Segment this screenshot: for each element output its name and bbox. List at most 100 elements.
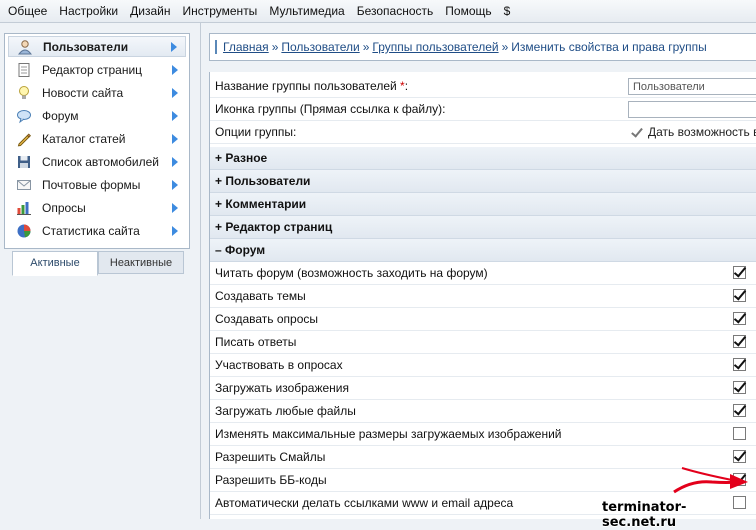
chevron-right-icon — [172, 87, 178, 98]
checkmark-icon — [630, 126, 643, 139]
sidebar-item-label: Форум — [42, 108, 79, 123]
permission-row: Читать форум (возможность заходить на фо… — [210, 262, 756, 285]
breadcrumb-home-link[interactable]: Главная — [223, 40, 269, 54]
chevron-right-icon — [171, 41, 177, 52]
permission-label: Создавать темы — [215, 289, 306, 303]
menu-help[interactable]: Помощь — [439, 4, 497, 18]
group-name-row: Название группы пользователей *: — [210, 75, 756, 98]
breadcrumb-separator: » — [362, 40, 370, 54]
permission-label: Загружать любые файлы — [215, 404, 356, 418]
section-users[interactable]: + Пользователи — [210, 170, 756, 193]
permission-row: Загружать любые файлы — [210, 400, 756, 423]
menu-multimedia[interactable]: Мультимедиа — [263, 4, 350, 18]
permission-label: Участвовать в опросах — [215, 358, 343, 372]
user-icon — [17, 39, 33, 54]
group-options-label: Опции группы: — [215, 125, 297, 139]
group-icon-label: Иконка группы (Прямая ссылка к файлу): — [215, 102, 446, 116]
sidebar-item-label: Каталог статей — [42, 131, 126, 146]
menu-general[interactable]: Общее — [2, 4, 53, 18]
permission-checkbox[interactable] — [733, 381, 746, 394]
menu-design[interactable]: Дизайн — [124, 4, 176, 18]
permission-label: Создавать опросы — [215, 312, 318, 326]
tab-inactive[interactable]: Неактивные — [98, 251, 184, 274]
group-option-checkbox[interactable]: Дать возможность вы — [630, 125, 756, 139]
permission-row: Участвовать в опросах — [210, 354, 756, 377]
sidebar-item-label: Статистика сайта — [42, 223, 140, 238]
sidebar-nav: Пользователи Редактор страниц Новости са… — [4, 33, 190, 249]
sidebar-item-users[interactable]: Пользователи — [8, 36, 186, 57]
panel-divider — [200, 23, 201, 519]
permission-label: Автоматически делать ссылками www и emai… — [215, 496, 514, 510]
chevron-right-icon — [172, 133, 178, 144]
chevron-right-icon — [172, 110, 178, 121]
sidebar-item-label: Опросы — [42, 200, 86, 215]
permission-label: Читать форум (возможность заходить на фо… — [215, 266, 488, 280]
sidebar-item-polls[interactable]: Опросы — [8, 197, 186, 218]
sidebar-item-news[interactable]: Новости сайта — [8, 82, 186, 103]
pie-chart-icon — [17, 224, 31, 237]
permission-label: Разрешить Смайлы — [215, 450, 326, 464]
envelope-icon — [17, 179, 31, 190]
group-name-label: Название группы пользователей *: — [215, 79, 409, 93]
section-forum[interactable]: – Форум — [210, 239, 756, 262]
permission-checkbox[interactable] — [733, 427, 746, 440]
permission-checkbox[interactable] — [733, 335, 746, 348]
sidebar-item-label: Список автомобилей — [42, 154, 159, 169]
menu-settings[interactable]: Настройки — [53, 4, 124, 18]
watermark-text: terminator-sec.net.ru — [602, 500, 687, 530]
sidebar-item-mail-forms[interactable]: Почтовые формы — [8, 174, 186, 195]
pencil-icon — [17, 132, 32, 146]
breadcrumb-separator: » — [501, 40, 509, 54]
section-misc[interactable]: + Разное — [210, 147, 756, 170]
section-label: + Редактор страниц — [215, 220, 333, 234]
breadcrumb-users-link[interactable]: Пользователи — [281, 40, 359, 54]
chevron-right-icon — [172, 156, 178, 167]
section-page-editor[interactable]: + Редактор страниц — [210, 216, 756, 239]
menu-security[interactable]: Безопасность — [351, 4, 440, 18]
sidebar-item-page-editor[interactable]: Редактор страниц — [8, 59, 186, 80]
group-icon-row: Иконка группы (Прямая ссылка к файлу): — [210, 98, 756, 121]
permission-row: Писать ответы — [210, 331, 756, 354]
breadcrumb-groups-link[interactable]: Группы пользователей — [372, 40, 498, 54]
permission-checkbox[interactable] — [733, 312, 746, 325]
tab-active[interactable]: Активные — [12, 251, 98, 276]
chevron-right-icon — [172, 225, 178, 236]
page-icon — [18, 62, 30, 77]
red-arrow-annotation — [673, 467, 748, 494]
permission-row: Изменять максимальные размеры загружаемы… — [210, 423, 756, 446]
permission-row: Создавать темы — [210, 285, 756, 308]
permission-row: Создавать опросы — [210, 308, 756, 331]
left-panel: Пользователи Редактор страниц Новости са… — [0, 23, 200, 519]
section-label: + Пользователи — [215, 174, 311, 188]
group-options-row: Опции группы: Дать возможность вы — [210, 121, 756, 144]
permission-checkbox[interactable] — [733, 358, 746, 371]
sidebar-item-label: Пользователи — [43, 39, 129, 54]
permission-label: Писать ответы — [215, 335, 297, 349]
breadcrumb-current: Изменить свойства и права группы — [511, 40, 707, 54]
permission-label: Разрешить ББ-коды — [215, 473, 327, 487]
section-label: – Форум — [215, 243, 266, 257]
sidebar-item-articles[interactable]: Каталог статей — [8, 128, 186, 149]
breadcrumb-marker — [215, 40, 217, 54]
permission-checkbox[interactable] — [733, 404, 746, 417]
section-comments[interactable]: + Комментарии — [210, 193, 756, 216]
section-label: + Разное — [215, 151, 268, 165]
menu-tools[interactable]: Инструменты — [176, 4, 263, 18]
permission-row: Загружать изображения — [210, 377, 756, 400]
sidebar-item-forum[interactable]: Форум — [8, 105, 186, 126]
permission-checkbox[interactable] — [733, 289, 746, 302]
floppy-disk-icon — [18, 155, 30, 168]
group-icon-input[interactable] — [628, 101, 756, 118]
sidebar-item-label: Почтовые формы — [42, 177, 141, 192]
permission-checkbox[interactable] — [733, 266, 746, 279]
group-edit-form: Название группы пользователей *: Иконка … — [209, 72, 756, 519]
chevron-right-icon — [172, 179, 178, 190]
sidebar-item-statistics[interactable]: Статистика сайта — [8, 220, 186, 241]
group-name-input[interactable] — [628, 78, 756, 95]
sidebar-item-label: Редактор страниц — [42, 62, 143, 77]
menu-dollar[interactable]: $ — [498, 4, 517, 18]
permission-label: Изменять максимальные размеры загружаемы… — [215, 427, 562, 441]
sidebar-item-cars[interactable]: Список автомобилей — [8, 151, 186, 172]
bar-chart-icon — [17, 201, 31, 215]
section-label: + Комментарии — [215, 197, 307, 211]
